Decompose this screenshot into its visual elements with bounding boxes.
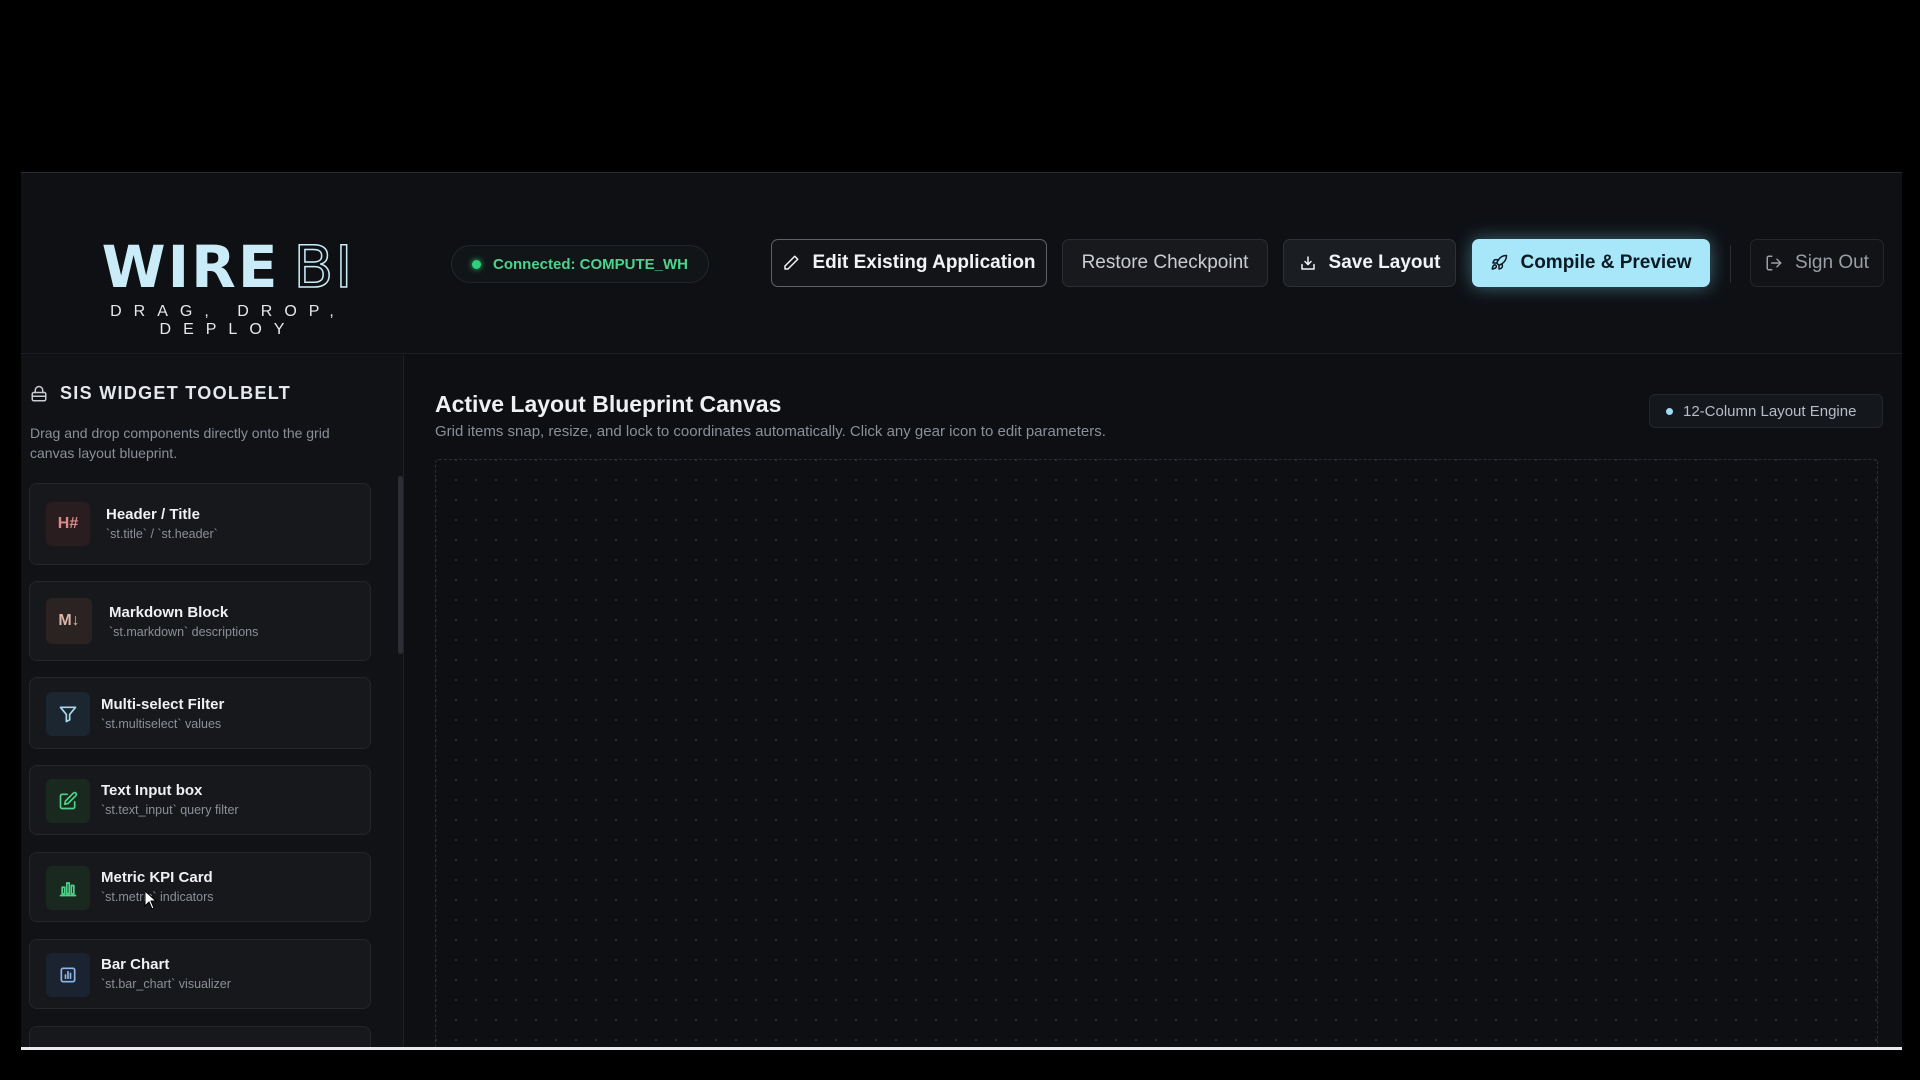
bottom-divider <box>21 1047 1902 1050</box>
chart-box-icon <box>46 953 90 997</box>
widget-sub: `st.multiselect` values <box>101 717 222 731</box>
heading-icon: H# <box>46 502 90 546</box>
widget-multiselect-filter[interactable]: Multi-select Filter `st.multiselect` val… <box>29 677 371 749</box>
widget-sub: `st.title` / `st.header` <box>106 527 218 541</box>
widget-name: Text Input box <box>101 782 203 799</box>
save-button-label: Save Layout <box>1328 252 1441 273</box>
widget-text-input[interactable]: Text Input box `st.text_input` query fil… <box>29 765 371 835</box>
sidebar-description: Drag and drop components directly onto t… <box>30 425 330 461</box>
edit-existing-application-button[interactable]: Edit Existing Application <box>771 239 1047 287</box>
logout-icon <box>1766 255 1782 271</box>
pencil-icon <box>784 255 799 270</box>
app-window: WIRE BI DRAG, DROP, DEPLOY Connected: COM… <box>21 172 1902 1048</box>
connection-status-badge: Connected: COMPUTE_WH <box>451 245 709 283</box>
edit-icon <box>46 779 90 823</box>
logo-wire: WIRE <box>101 233 280 301</box>
logo-tagline: DRAG, DROP, DEPLOY <box>110 303 346 338</box>
save-layout-button[interactable]: Save Layout <box>1283 239 1456 287</box>
compile-button-label: Compile & Preview <box>1520 252 1692 273</box>
sign-out-button[interactable]: Sign Out <box>1750 239 1884 287</box>
status-dot-icon <box>472 259 481 269</box>
bar-chart-icon <box>46 866 90 910</box>
widget-sub: `st.markdown` descriptions <box>109 625 259 639</box>
logo: WIRE BI DRAG, DROP, DEPLOY <box>53 233 403 338</box>
widget-markdown-block[interactable]: M↓ Markdown Block `st.markdown` descript… <box>29 581 371 661</box>
restore-button-label: Restore Checkpoint <box>1081 252 1249 273</box>
layout-canvas-dropzone[interactable] <box>435 459 1878 1048</box>
widget-header-title[interactable]: H# Header / Title `st.title` / `st.heade… <box>29 483 371 565</box>
layout-engine-badge: 12-Column Layout Engine <box>1649 394 1883 428</box>
widget-next-partial[interactable] <box>29 1026 371 1048</box>
top-header: WIRE BI DRAG, DROP, DEPLOY Connected: COM… <box>21 173 1902 354</box>
connection-status-text: Connected: COMPUTE_WH <box>493 255 688 273</box>
widget-metric-kpi-card[interactable]: Metric KPI Card `st.metric` indicators <box>29 852 371 922</box>
widget-name: Bar Chart <box>101 956 170 973</box>
widget-bar-chart[interactable]: Bar Chart `st.bar_chart` visualizer <box>29 939 371 1009</box>
toolbox-icon <box>31 385 47 401</box>
engine-label: 12-Column Layout Engine <box>1683 402 1857 420</box>
sidebar-title-text: SIS WIDGET TOOLBELT <box>60 383 292 403</box>
widget-name: Metric KPI Card <box>101 869 213 886</box>
signout-button-label: Sign Out <box>1795 252 1869 273</box>
compile-preview-button[interactable]: Compile & Preview <box>1472 239 1710 287</box>
sidebar-title: SIS WIDGET TOOLBELT <box>30 383 291 404</box>
page-subtitle: Grid items snap, resize, and lock to coo… <box>435 423 1106 440</box>
restore-checkpoint-button[interactable]: Restore Checkpoint <box>1062 239 1268 287</box>
logo-bi: BI <box>293 233 355 301</box>
rocket-icon <box>1491 254 1508 270</box>
mouse-cursor-icon <box>144 890 158 910</box>
edit-button-label: Edit Existing Application <box>812 252 1036 273</box>
header-divider <box>1730 245 1731 283</box>
save-icon <box>1300 256 1315 270</box>
widget-sub: `st.bar_chart` visualizer <box>101 977 231 991</box>
filter-icon <box>46 692 90 736</box>
markdown-icon: M↓ <box>46 598 92 644</box>
widget-sub: `st.text_input` query filter <box>101 803 239 817</box>
engine-dot-icon <box>1666 407 1673 415</box>
page-title: Active Layout Blueprint Canvas <box>435 391 782 417</box>
sidebar-scrollbar[interactable] <box>398 476 403 654</box>
widget-name: Header / Title <box>106 506 200 523</box>
widget-sidebar: SIS WIDGET TOOLBELT Drag and drop compon… <box>21 355 404 1048</box>
widget-name: Multi-select Filter <box>101 696 225 713</box>
widget-name: Markdown Block <box>109 604 229 621</box>
